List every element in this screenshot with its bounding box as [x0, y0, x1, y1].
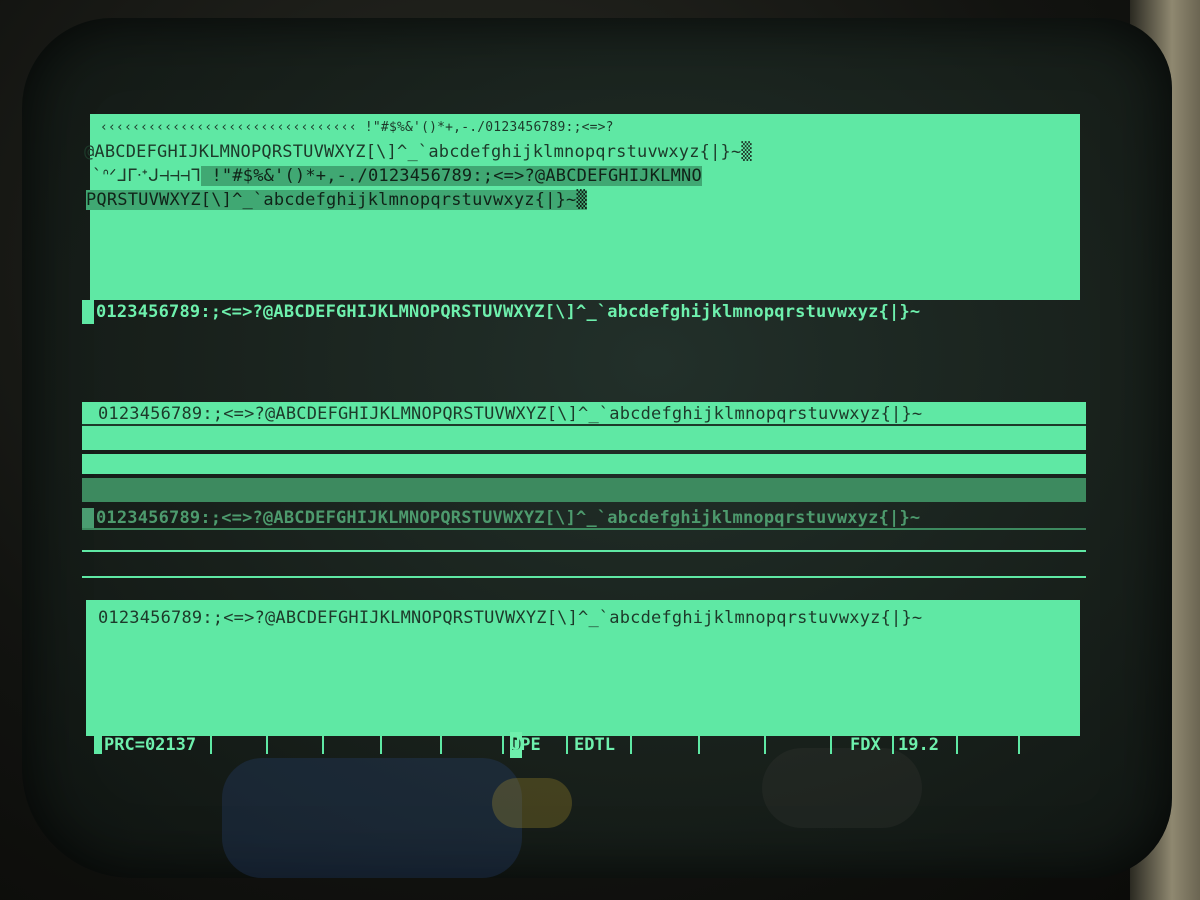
status-separator [956, 736, 958, 754]
status-separator [1018, 736, 1020, 754]
status-separator [266, 736, 268, 754]
status-cursor [94, 736, 102, 754]
row-dim-text: 0123456789:;<=>?@ABCDEFGHIJKLMNOPQRSTUVW… [96, 508, 921, 528]
status-baud: 19.2 [898, 735, 939, 755]
row-underline-text: 0123456789:;<=>?@ABCDEFGHIJKLMNOPQRSTUVW… [98, 404, 923, 424]
status-separator [322, 736, 324, 754]
status-prc: PRC=02137 [104, 735, 197, 755]
row-dim-underline [82, 528, 1086, 530]
status-separator [830, 736, 832, 754]
crt-screen: ‹‹‹‹‹‹‹‹‹‹‹‹‹‹‹‹‹‹‹‹‹‹‹‹‹‹‹‹‹‹‹‹ !"#$%&'… [22, 18, 1172, 878]
row-reverse-blink-text: 0123456789:;<=>?@ABCDEFGHIJKLMNOPQRSTUVW… [98, 608, 923, 628]
status-dupe-rest: UPE [510, 735, 541, 755]
row-dim-band [82, 478, 1086, 502]
charset-line-3-graphics: `ᐢᐟᒧᒥᐧᐩᒍ⊣⊣⊣ᒣ [92, 166, 202, 186]
horizontal-rule-2 [82, 576, 1086, 578]
charset-line-1: ‹‹‹‹‹‹‹‹‹‹‹‹‹‹‹‹‹‹‹‹‹‹‹‹‹‹‹‹‹‹‹‹ !"#$%&'… [100, 118, 614, 138]
row-normal: 0123456789:;<=>?@ABCDEFGHIJKLMNOPQRSTUVW… [96, 302, 920, 322]
row-dim: 0123456789:;<=>?@ABCDEFGHIJKLMNOPQRSTUVW… [96, 508, 920, 528]
status-separator [764, 736, 766, 754]
status-bar: PRC=02137 D UPE EDTL FDX 19.2 [94, 732, 1094, 758]
status-separator [380, 736, 382, 754]
row-normal-text: 0123456789:;<=>?@ABCDEFGHIJKLMNOPQRSTUVW… [96, 302, 921, 322]
horizontal-rule-1 [82, 550, 1086, 552]
charset-line-1-text: ‹‹‹‹‹‹‹‹‹‹‹‹‹‹‹‹‹‹‹‹‹‹‹‹‹‹‹‹‹‹‹‹ !"#$%&'… [100, 120, 614, 135]
status-separator [566, 736, 568, 754]
row-underline-rule [82, 424, 1086, 426]
screen-reflection-desk [222, 758, 522, 878]
charset-line-4-text: PQRSTUVWXYZ[\]^_`abcdefghijklmnopqrstuvw… [86, 190, 587, 210]
charset-line-4: PQRSTUVWXYZ[\]^_`abcdefghijklmnopqrstuvw… [86, 190, 587, 210]
charset-line-2: @ABCDEFGHIJKLMNOPQRSTUVWXYZ[\]^_`abcdefg… [84, 142, 752, 162]
charset-line-2-text: @ABCDEFGHIJKLMNOPQRSTUVWXYZ[\]^_`abcdefg… [84, 142, 752, 162]
status-separator [892, 736, 894, 754]
status-editor: EDTL [574, 735, 615, 755]
charset-line-3: `ᐢᐟᒧᒥᐧᐩᒍ⊣⊣⊣ᒣ !"#$%&'()*+,-./0123456789:;… [92, 166, 702, 186]
charset-line-3-highlight: !"#$%&'()*+,-./0123456789:;<=>?@ABCDEFGH… [201, 166, 702, 186]
row-underline: 0123456789:;<=>?@ABCDEFGHIJKLMNOPQRSTUVW… [98, 404, 922, 424]
row-normal-cursor-bar [82, 300, 94, 324]
status-fdx: FDX [850, 735, 881, 755]
status-separator [210, 736, 212, 754]
status-separator [630, 736, 632, 754]
status-separator [502, 736, 504, 754]
screen-reflection-dark [762, 748, 922, 828]
row-band-thin [82, 454, 1086, 474]
screen-reflection-yellow [492, 778, 572, 828]
status-separator [440, 736, 442, 754]
status-separator [698, 736, 700, 754]
row-dim-cursor [82, 508, 94, 528]
row-reverse-blink: 0123456789:;<=>?@ABCDEFGHIJKLMNOPQRSTUVW… [98, 608, 922, 628]
